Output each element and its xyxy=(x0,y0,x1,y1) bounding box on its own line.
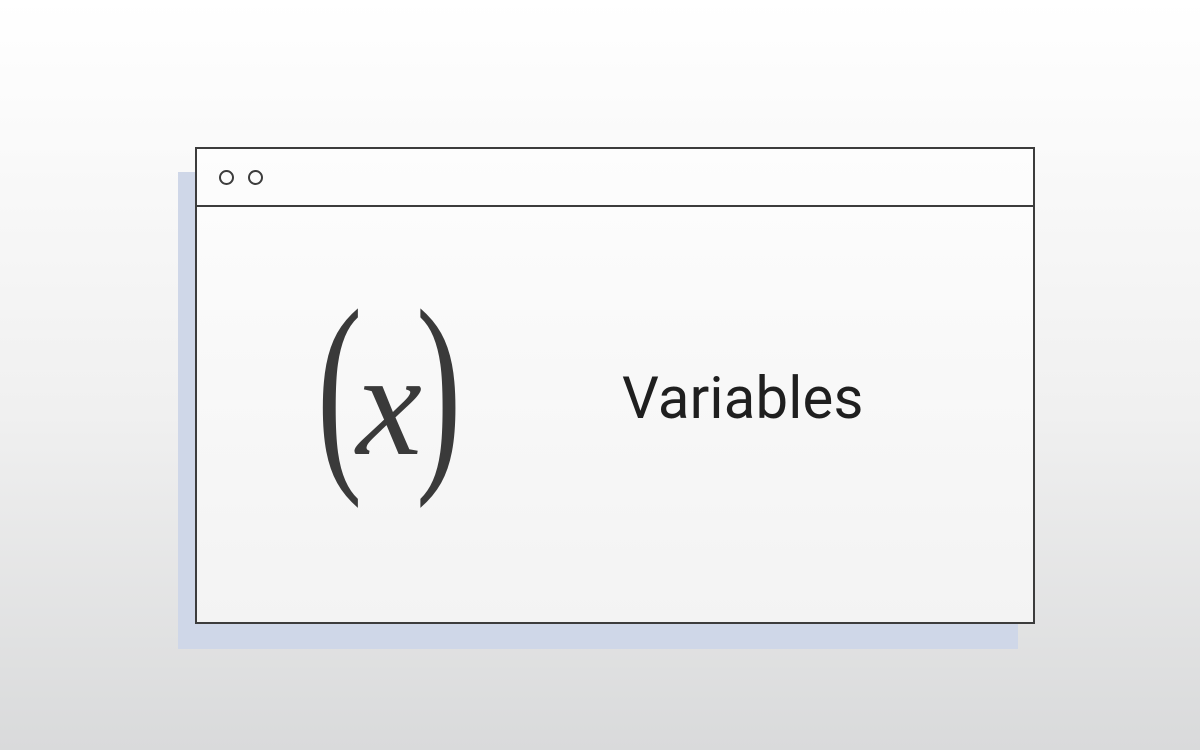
window-content: ( x ) Variables xyxy=(197,207,1033,622)
card-label: Variables xyxy=(622,365,864,433)
variable-x-icon: ( x ) xyxy=(289,277,489,497)
stage: ( x ) Variables xyxy=(0,0,1200,750)
paren-right-icon: ) xyxy=(416,277,461,497)
window-control-circle-icon xyxy=(248,170,263,185)
variable-x-glyph-icon: x xyxy=(354,331,424,479)
window-titlebar xyxy=(197,149,1033,207)
illustration-window: ( x ) Variables xyxy=(195,147,1035,624)
window-control-circle-icon xyxy=(219,170,234,185)
